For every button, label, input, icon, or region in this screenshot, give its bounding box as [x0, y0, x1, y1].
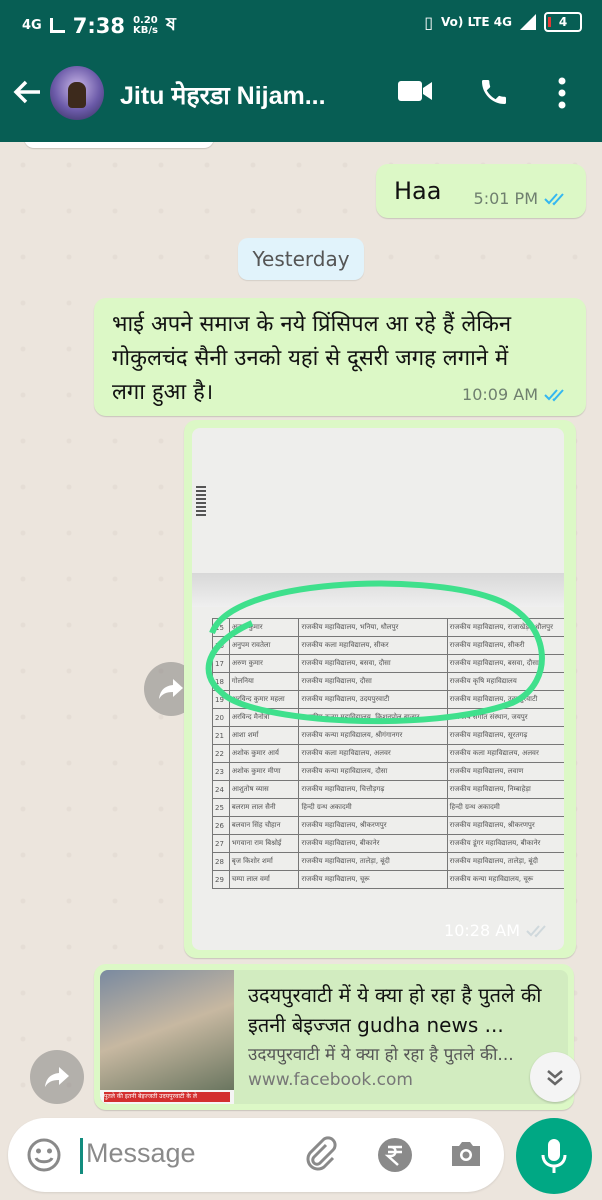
status-bar: 4G 7:38 0.20 KB/s ষ ▯ Vo) LTE 4G 4	[0, 0, 602, 48]
table-cell: राजकीय महाविद्यालय, चूरू	[298, 870, 448, 889]
chat-area[interactable]: Haa 5:01 PM Yesterday भाई अपने समाज के न…	[0, 142, 602, 1112]
video-call-icon[interactable]	[396, 76, 434, 110]
table-cell: 26	[212, 816, 230, 835]
table-cell: अशोक कुमार आर्य	[228, 744, 300, 763]
signal-icon	[49, 18, 65, 33]
camera-icon[interactable]	[448, 1136, 484, 1176]
barcode	[196, 486, 206, 516]
table-cell: हिन्दी ग्रन्थ अकादमी	[298, 798, 448, 817]
table-cell: 27	[212, 834, 230, 853]
table-row: 26 बलवान सिंह चौहान राजकीय महाविद्यालय, श्…	[212, 816, 564, 835]
table-cell: बलवान सिंह चौहान	[228, 816, 300, 835]
forward-icon[interactable]	[30, 1050, 84, 1104]
link-preview-message[interactable]: पुतले की इतनी बेइज्जती उदयपुरवाटी के ले …	[94, 964, 574, 1110]
table-cell: बृज किशोर शर्मा	[228, 852, 300, 871]
message-placeholder[interactable]: Message	[86, 1138, 196, 1169]
message-input[interactable]: Message	[8, 1118, 504, 1192]
text-caret	[80, 1138, 83, 1174]
chat-header: Jitu मेहरडा Nijam...	[0, 48, 602, 142]
table-row: 25 बलराम लाल सैनी हिन्दी ग्रन्थ अकादमी हिन्…	[212, 798, 564, 817]
link-title[interactable]: उदयपुरवाटी में ये क्या हो रहा है पुतले क…	[248, 980, 558, 1040]
emoji-icon[interactable]	[26, 1137, 62, 1177]
table-cell: हिन्दी ग्रन्थ अकादमी	[446, 798, 564, 817]
attach-icon[interactable]	[302, 1136, 338, 1176]
table-cell: राजकीय महाविद्यालय, श्रीकरणपुर	[298, 816, 448, 835]
message-time: 10:28 AM	[444, 921, 520, 940]
table-cell: राजकीय महाविद्यालय, निम्बाहेड़ा	[446, 780, 564, 799]
table-row: 24 आशुतोष व्यास राजकीय महाविद्यालय, चित्तौ…	[212, 780, 564, 799]
table-cell: राजकीय महाविद्यालय, तालेड़ा, बूंदी	[298, 852, 448, 871]
table-cell: 29	[212, 870, 230, 889]
message-text: भाई अपने समाज के नये प्रिंसिपल आ रहे हैं…	[112, 312, 512, 405]
previous-message-fragment	[24, 142, 214, 148]
clock: 7:38	[72, 13, 125, 38]
network-label: 4G	[22, 18, 42, 33]
table-row: 23 अशोक कुमार मीणा राजकीय कन्या महाविद्याल…	[212, 762, 564, 781]
contact-name[interactable]: Jitu मेहरडा Nijam...	[120, 78, 326, 112]
scroll-to-bottom-button[interactable]	[530, 1052, 580, 1102]
table-row: 27 भगवाना राम बिश्नोई राजकीय महाविद्यालय, …	[212, 834, 564, 853]
table-cell: राजकीय महाविद्यालय, तालेड़ा, बूंदी	[446, 852, 564, 871]
link-url[interactable]: www.facebook.com	[248, 1070, 413, 1090]
message-time: 10:09 AM	[462, 385, 538, 404]
message-text: Haa	[394, 177, 442, 205]
table-cell: राजकीय कन्या महाविद्यालय, चूरू	[446, 870, 564, 889]
net-speed: 0.20 KB/s	[132, 14, 158, 36]
table-cell: भगवाना राम बिश्नोई	[228, 834, 300, 853]
table-cell: राजकीय महाविद्यालय, श्रीकरणपुर	[446, 816, 564, 835]
image-message[interactable]: 15 अनुज कुमार राजकीय महाविद्यालय, भनिया, ध…	[184, 420, 576, 958]
signal-icon-right	[520, 14, 536, 30]
battery-icon: 4	[544, 12, 582, 32]
avatar[interactable]	[50, 66, 104, 120]
thumbnail-caption: पुतले की इतनी बेइज्जती उदयपुरवाटी के ले	[104, 1092, 230, 1102]
table-cell: राजकीय महाविद्यालय, लवाण	[446, 762, 564, 781]
table-row: 28 बृज किशोर शर्मा राजकीय महाविद्यालय, ताल…	[212, 852, 564, 871]
document-image[interactable]: 15 अनुज कुमार राजकीय महाविद्यालय, भनिया, ध…	[192, 428, 564, 950]
table-cell: आशुतोष व्यास	[228, 780, 300, 799]
double-chevron-down-icon	[547, 1070, 563, 1086]
table-cell: अशोक कुमार मीणा	[228, 762, 300, 781]
mic-icon	[541, 1139, 567, 1173]
table-cell: 24	[212, 780, 230, 799]
table-cell: चम्पा लाल वर्मा	[228, 870, 300, 889]
phone-call-icon[interactable]	[478, 76, 510, 112]
message-bubble-outgoing[interactable]: Haa 5:01 PM	[376, 164, 586, 218]
highlight-circle	[205, 580, 545, 725]
link-description: उदयपुरवाटी में ये क्या हो रहा है पुतले क…	[248, 1045, 514, 1065]
table-cell: राजकीय कन्या महाविद्यालय, दौसा	[298, 762, 448, 781]
table-cell: 25	[212, 798, 230, 817]
table-cell: 22	[212, 744, 230, 763]
message-time: 5:01 PM	[473, 189, 538, 208]
table-cell: 23	[212, 762, 230, 781]
back-arrow-icon[interactable]	[12, 76, 44, 112]
table-cell: राजकीय महाविद्यालय, चित्तौड़गढ़	[298, 780, 448, 799]
table-row: 22 अशोक कुमार आर्य राजकीय कला महाविद्यालय,…	[212, 744, 564, 763]
table-cell: 28	[212, 852, 230, 871]
payment-rupee-icon[interactable]	[376, 1136, 414, 1178]
mic-button[interactable]	[516, 1118, 592, 1194]
table-cell: बलराम लाल सैनी	[228, 798, 300, 817]
table-cell: राजकीय कला महाविद्यालय, अलवर	[298, 744, 448, 763]
read-ticks-icon	[544, 388, 564, 401]
vibrate-icon: ▯	[424, 12, 434, 32]
read-ticks-icon	[526, 924, 546, 937]
table-cell: राजकीय डूंगर महाविद्यालय, बीकानेर	[446, 834, 564, 853]
link-thumbnail[interactable]: पुतले की इतनी बेइज्जती उदयपुरवाटी के ले	[100, 970, 234, 1104]
table-cell: राजकीय कला महाविद्यालय, अलवर	[446, 744, 564, 763]
network-type: Vo) LTE 4G	[441, 15, 512, 29]
read-ticks-icon	[544, 192, 564, 205]
table-cell: राजकीय महाविद्यालय, बीकानेर	[298, 834, 448, 853]
message-bubble-outgoing[interactable]: भाई अपने समाज के नये प्रिंसिपल आ रहे हैं…	[94, 298, 586, 416]
app-notification-icon: ষ	[165, 14, 176, 35]
table-row: 29 चम्पा लाल वर्मा राजकीय महाविद्यालय, चूर…	[212, 870, 564, 889]
more-options-icon[interactable]	[556, 76, 568, 114]
composer-bar: Message	[0, 1112, 602, 1200]
date-separator: Yesterday	[238, 238, 364, 280]
